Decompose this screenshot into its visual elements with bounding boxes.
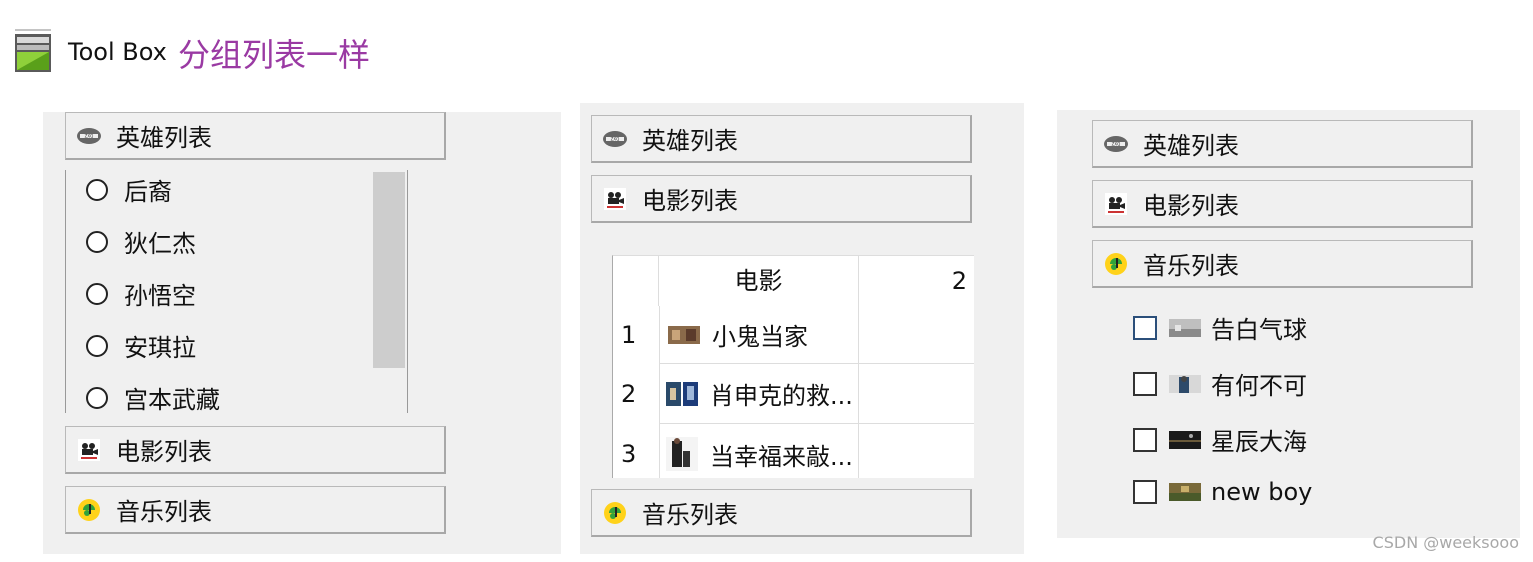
section-label: 英雄列表: [116, 124, 212, 152]
table-cell-title[interactable]: 肖申克的救...: [659, 364, 859, 424]
table-cell[interactable]: [859, 306, 974, 364]
song-item[interactable]: 有何不可: [1133, 366, 1307, 401]
film-projector-icon: [76, 437, 102, 463]
toolbox-app-icon: [14, 28, 52, 74]
section-label: 音乐列表: [116, 498, 212, 526]
section-label: 电影列表: [1143, 192, 1239, 220]
radio-button[interactable]: [86, 386, 108, 409]
svg-text:ZXQ: ZXQ: [1112, 141, 1121, 146]
hero-logo-icon: ZXQ: [1103, 131, 1129, 157]
song-item[interactable]: 星辰大海: [1133, 422, 1307, 457]
table-column-header[interactable]: 2: [859, 256, 974, 306]
section-header-movies[interactable]: 电影列表: [1092, 180, 1473, 228]
hero-option[interactable]: 宫本武藏: [86, 380, 220, 413]
section-header-heroes[interactable]: ZXQ 英雄列表: [65, 112, 446, 160]
hero-option[interactable]: 后裔: [86, 172, 172, 207]
section-header-heroes[interactable]: ZXQ 英雄列表: [591, 115, 972, 163]
section-header-heroes[interactable]: ZXQ 英雄列表: [1092, 120, 1473, 168]
window-title: Tool Box: [68, 38, 167, 66]
table-row-header[interactable]: 2: [613, 364, 659, 424]
section-label: 电影列表: [642, 187, 738, 215]
section-header-movies[interactable]: 电影列表: [65, 426, 446, 474]
section-label: 电影列表: [116, 438, 212, 466]
hero-logo-icon: ZXQ: [602, 126, 628, 152]
music-note-icon: [1103, 251, 1129, 277]
hero-option[interactable]: 安琪拉: [86, 328, 196, 363]
vertical-scrollbar[interactable]: [372, 170, 406, 413]
section-header-music[interactable]: 音乐列表: [1092, 240, 1473, 288]
song-list: 告白气球 有何不可 星辰大海 new boy: [1057, 300, 1520, 530]
hero-option[interactable]: 狄仁杰: [86, 224, 196, 259]
hero-logo-icon: ZXQ: [76, 123, 102, 149]
hero-option[interactable]: 孙悟空: [86, 276, 196, 311]
album-cover-icon: [1169, 483, 1201, 501]
section-label: 音乐列表: [1143, 252, 1239, 280]
table-cell[interactable]: [859, 364, 974, 424]
checkbox[interactable]: [1133, 315, 1157, 340]
table-row-header[interactable]: 3: [613, 424, 659, 478]
album-cover-icon: [1169, 374, 1201, 393]
section-label: 英雄列表: [642, 127, 738, 155]
radio-button[interactable]: [86, 334, 108, 357]
watermark: CSDN @weeksooo: [1372, 533, 1519, 552]
song-item[interactable]: new boy: [1133, 478, 1312, 506]
film-projector-icon: [602, 186, 628, 212]
movie-poster-icon: [666, 381, 698, 406]
music-note-icon: [602, 500, 628, 526]
table-cell[interactable]: [859, 424, 974, 478]
section-header-music[interactable]: 音乐列表: [591, 489, 972, 537]
radio-button[interactable]: [86, 230, 108, 253]
section-label: 英雄列表: [1143, 132, 1239, 160]
table-cell-title[interactable]: 小鬼当家: [659, 306, 859, 364]
film-projector-icon: [1103, 191, 1129, 217]
movie-poster-icon: [668, 325, 700, 344]
section-label: 音乐列表: [642, 501, 738, 529]
checkbox[interactable]: [1133, 480, 1157, 504]
section-header-movies[interactable]: 电影列表: [591, 175, 972, 223]
movie-table: 电影 2 1 小鬼当家 2 肖申克的救... 3 当幸福来敲...: [612, 255, 974, 478]
movie-poster-icon: [666, 437, 698, 471]
radio-button[interactable]: [86, 282, 108, 305]
checkbox[interactable]: [1133, 371, 1157, 396]
scrollbar-thumb[interactable]: [373, 172, 405, 368]
album-cover-icon: [1169, 318, 1201, 337]
table-row-header[interactable]: 1: [613, 306, 659, 364]
radio-button[interactable]: [86, 178, 108, 201]
window-title-annotation: 分组列表一样: [178, 36, 371, 74]
album-cover-icon: [1169, 430, 1201, 449]
svg-text:ZXQ: ZXQ: [85, 133, 94, 138]
table-cell-title[interactable]: 当幸福来敲...: [659, 424, 859, 478]
checkbox[interactable]: [1133, 427, 1157, 452]
music-note-icon: [76, 497, 102, 523]
table-column-header[interactable]: 电影: [659, 256, 859, 306]
section-header-music[interactable]: 音乐列表: [65, 486, 446, 534]
song-item[interactable]: 告白气球: [1133, 310, 1307, 345]
svg-text:ZXQ: ZXQ: [611, 136, 620, 141]
table-corner-header[interactable]: [613, 256, 659, 306]
hero-list: 后裔 狄仁杰 孙悟空 安琪拉 宫本武藏: [65, 170, 408, 413]
